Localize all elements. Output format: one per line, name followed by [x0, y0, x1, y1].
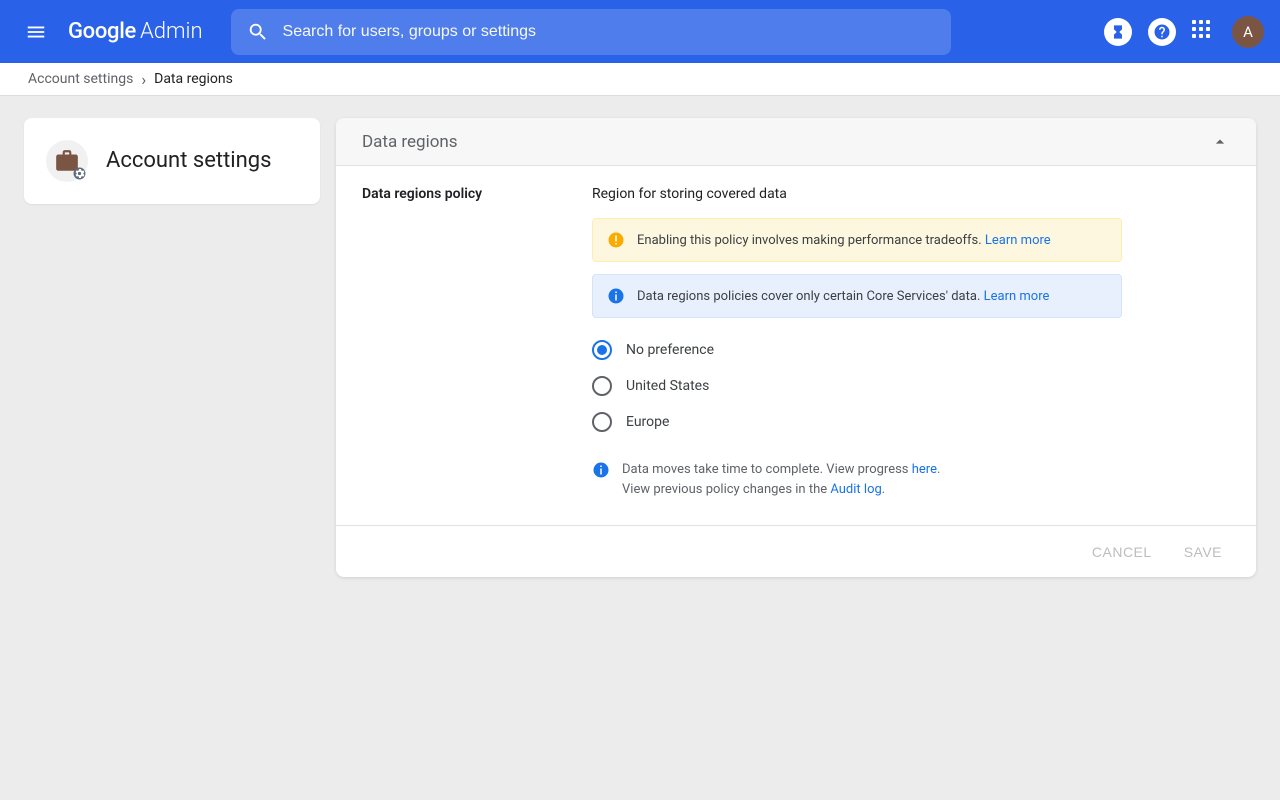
logo[interactable]: Google Admin: [68, 19, 203, 44]
apps-button[interactable]: [1192, 20, 1216, 44]
header-actions: A: [1104, 16, 1264, 48]
help-button[interactable]: [1148, 18, 1176, 46]
search-icon: [247, 21, 269, 43]
hourglass-icon: [1110, 24, 1126, 40]
info-alert: Data regions policies cover only certain…: [592, 274, 1122, 318]
hourglass-button[interactable]: [1104, 18, 1132, 46]
logo-sub: Admin: [140, 19, 203, 44]
info-icon: [607, 287, 625, 305]
section-label: Data regions policy: [362, 186, 562, 499]
breadcrumb-parent[interactable]: Account settings: [28, 71, 133, 87]
search-input[interactable]: [283, 23, 935, 41]
section-subtitle: Region for storing covered data: [592, 186, 1122, 202]
avatar[interactable]: A: [1232, 16, 1264, 48]
section-content: Region for storing covered data Enabling…: [592, 186, 1122, 499]
cancel-button[interactable]: CANCEL: [1092, 544, 1152, 560]
note-text-2-end: .: [882, 482, 885, 497]
region-radio-group: No preference United States Europe: [592, 340, 1122, 432]
breadcrumb-current: Data regions: [154, 71, 233, 87]
radio-input[interactable]: [592, 340, 612, 360]
side-card-title: Account settings: [106, 146, 271, 176]
note-text-2: View previous policy changes in the: [622, 482, 830, 497]
menu-icon: [25, 21, 47, 43]
info-text: Data regions policies cover only certain…: [637, 289, 984, 304]
chevron-up-icon[interactable]: [1210, 132, 1230, 152]
warning-learn-more-link[interactable]: Learn more: [985, 233, 1051, 248]
radio-label: No preference: [626, 342, 714, 358]
breadcrumb: Account settings › Data regions: [0, 63, 1280, 96]
logo-main: Google: [68, 19, 136, 44]
radio-input[interactable]: [592, 376, 612, 396]
progress-note: Data moves take time to complete. View p…: [592, 460, 1122, 499]
help-icon: [1153, 23, 1171, 41]
menu-button[interactable]: [16, 12, 56, 52]
note-text: Data moves take time to complete. View p…: [622, 462, 912, 477]
panel-title: Data regions: [362, 132, 458, 152]
warning-text: Enabling this policy involves making per…: [637, 233, 985, 248]
panel-header[interactable]: Data regions: [336, 118, 1256, 166]
info-learn-more-link[interactable]: Learn more: [984, 289, 1050, 304]
main-content: Account settings Data regions Data regio…: [0, 96, 1280, 599]
data-regions-panel: Data regions Data regions policy Region …: [336, 118, 1256, 577]
panel-body: Data regions policy Region for storing c…: [336, 166, 1256, 525]
radio-europe[interactable]: Europe: [592, 412, 1122, 432]
save-button[interactable]: SAVE: [1184, 544, 1222, 560]
chevron-right-icon: ›: [141, 70, 146, 89]
account-settings-card[interactable]: Account settings: [24, 118, 320, 204]
warning-icon: [607, 231, 625, 249]
app-header: Google Admin A: [0, 0, 1280, 63]
progress-here-link[interactable]: here: [912, 462, 937, 477]
radio-no-preference[interactable]: No preference: [592, 340, 1122, 360]
audit-log-link[interactable]: Audit log: [830, 482, 881, 497]
briefcase-icon: [46, 140, 88, 182]
note-text-end: .: [937, 462, 940, 477]
radio-united-states[interactable]: United States: [592, 376, 1122, 396]
info-icon: [592, 461, 610, 479]
radio-label: Europe: [626, 414, 669, 430]
warning-alert: Enabling this policy involves making per…: [592, 218, 1122, 262]
radio-input[interactable]: [592, 412, 612, 432]
panel-footer: CANCEL SAVE: [336, 525, 1256, 577]
radio-label: United States: [626, 378, 709, 394]
avatar-initial: A: [1243, 23, 1253, 41]
search-bar[interactable]: [231, 9, 951, 55]
